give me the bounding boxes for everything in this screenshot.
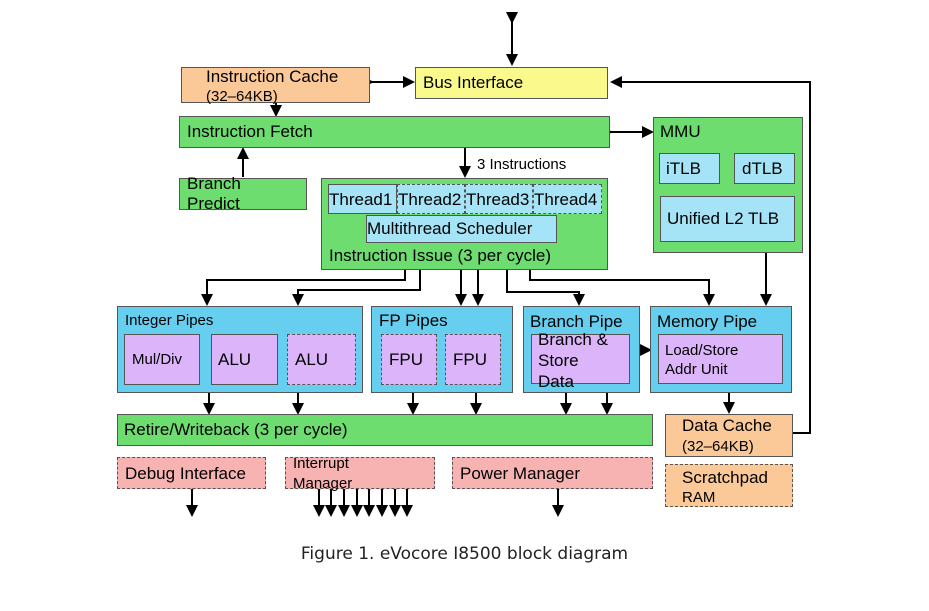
debug-interface-title: Debug Interface bbox=[125, 464, 246, 483]
branch-predict-title2: Predict bbox=[187, 194, 240, 213]
scratchpad-subtitle: RAM bbox=[682, 489, 716, 506]
unified-l2-tlb-label: Unified L2 TLB bbox=[667, 209, 780, 228]
multithread-scheduler-label: Multithread Scheduler bbox=[367, 219, 533, 238]
instruction-cache-title: Instruction Cache bbox=[206, 67, 339, 86]
retire-writeback-title: Retire/Writeback (3 per cycle) bbox=[124, 420, 348, 439]
scratchpad-title: Scratchpad bbox=[682, 468, 768, 487]
branch-unit-line-2: Store bbox=[538, 351, 579, 370]
thread-1-label: Thread1 bbox=[329, 190, 393, 209]
memory-pipe-title: Memory Pipe bbox=[657, 312, 758, 331]
branch-pipe-title: Branch Pipe bbox=[530, 312, 623, 331]
branch-unit-line-1: Branch & bbox=[538, 330, 608, 349]
memory-unit-line-2: Addr Unit bbox=[665, 361, 728, 378]
branch-predict-title: Branch bbox=[187, 174, 241, 193]
fpu-2-label: FPU bbox=[453, 350, 487, 369]
fpu-1-label: FPU bbox=[389, 350, 423, 369]
instruction-fetch-title: Instruction Fetch bbox=[187, 122, 313, 141]
memory-unit-line-1: Load/Store bbox=[665, 342, 739, 359]
data-cache-title: Data Cache bbox=[682, 416, 772, 435]
instruction-issue-title: Instruction Issue (3 per cycle) bbox=[329, 246, 552, 265]
thread-2-label: Thread2 bbox=[398, 190, 462, 209]
alu-1-label: ALU bbox=[218, 350, 252, 369]
branch-unit-line-3: Data bbox=[538, 372, 574, 391]
figure-caption: Figure 1. eVocore I8500 block diagram bbox=[300, 544, 629, 564]
itlb-label: iTLB bbox=[666, 159, 701, 178]
alu-2-label: ALU bbox=[295, 350, 329, 369]
instruction-cache-size: (32–64KB) bbox=[206, 88, 278, 105]
mmu-title: MMU bbox=[660, 122, 701, 141]
thread-4-label: Thread4 bbox=[534, 190, 598, 209]
fetch-issue-label: 3 Instructions bbox=[477, 156, 567, 173]
data-cache-size: (32–64KB) bbox=[682, 438, 754, 455]
interrupt-manager-title2: Manager bbox=[293, 475, 353, 492]
bus-interface-title: Bus Interface bbox=[423, 73, 524, 92]
muldiv-label: Mul/Div bbox=[132, 351, 183, 368]
thread-3-label: Thread3 bbox=[466, 190, 530, 209]
power-manager-title: Power Manager bbox=[460, 464, 581, 483]
dtlb-label: dTLB bbox=[742, 159, 783, 178]
integer-pipes-title: Integer Pipes bbox=[125, 312, 214, 329]
interrupt-manager-title: Interrupt bbox=[293, 455, 349, 472]
fp-pipes-title: FP Pipes bbox=[379, 311, 448, 330]
